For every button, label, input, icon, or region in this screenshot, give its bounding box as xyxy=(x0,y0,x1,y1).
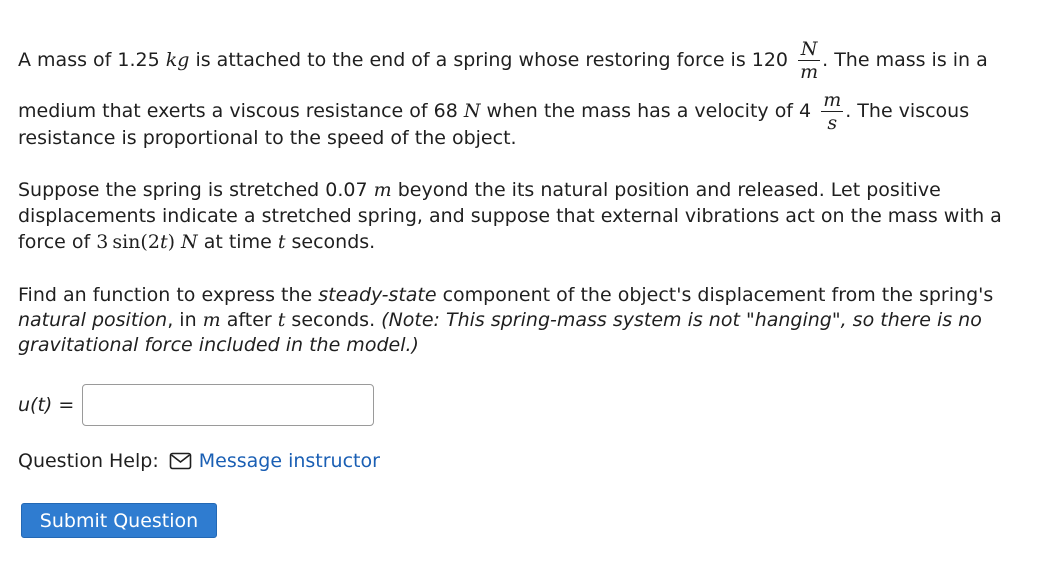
answer-input[interactable] xyxy=(82,384,375,426)
question-line-3: resistance is proportional to the speed … xyxy=(18,127,517,149)
question-text: . The viscous xyxy=(845,100,970,122)
question-text: , in xyxy=(167,309,203,331)
fraction-meters-per-second: m s xyxy=(821,89,844,134)
question-text: when the mass has a velocity of 4 xyxy=(480,100,812,122)
question-text: medium that exerts a viscous resistance … xyxy=(18,100,464,122)
fraction-denominator: m xyxy=(800,61,819,83)
answer-row: u(t) = xyxy=(18,383,375,427)
unit-newton: N xyxy=(463,100,481,122)
fraction-numerator: m xyxy=(823,89,842,111)
question-paragraph-2: Suppose the spring is stretched 0.07 m b… xyxy=(18,177,1033,255)
question-text: after xyxy=(220,309,278,331)
fraction-newtons-per-meter: N m xyxy=(798,38,821,83)
question-text: Suppose the spring is stretched 0.07 xyxy=(18,179,374,201)
unit-kg: kg xyxy=(165,49,190,71)
force-sin: sin xyxy=(112,231,141,253)
question-text: A mass of 1.25 xyxy=(18,49,166,71)
question-text: Find an function to express the xyxy=(18,284,319,306)
force-coefficient: 3 xyxy=(96,231,109,253)
force-argument: (2 xyxy=(140,231,160,253)
question-text: seconds. xyxy=(285,231,376,253)
force-argument-close: ) xyxy=(167,231,175,253)
force-variable-t: t xyxy=(159,231,168,253)
question-text: is attached to the end of a spring whose… xyxy=(189,49,789,71)
question-text: . The mass is in a xyxy=(822,49,988,71)
question-paragraph-3: Find an function to express the steady-s… xyxy=(18,283,1033,358)
emphasis-natural-position: natural position xyxy=(18,309,168,331)
emphasis-steady-state: steady-state xyxy=(318,284,437,306)
unit-meter: m xyxy=(373,179,392,201)
question-text: seconds. xyxy=(285,309,382,331)
submit-question-button[interactable]: Submit Question xyxy=(21,503,217,538)
fraction-numerator: N xyxy=(800,38,818,60)
question-text: component of the object's displacement f… xyxy=(436,284,994,306)
message-instructor-link[interactable]: Message instructor xyxy=(199,450,380,472)
question-line-1: A mass of 1.25 kg is attached to the end… xyxy=(18,38,988,83)
answer-label: u(t) = xyxy=(18,394,75,416)
unit-meter: m xyxy=(202,309,221,331)
question-help: Question Help: Message instructor xyxy=(18,450,380,472)
mail-icon[interactable] xyxy=(169,452,193,470)
unit-newton: N xyxy=(175,231,198,253)
question-text: at time xyxy=(197,231,278,253)
question-help-label: Question Help: xyxy=(18,450,159,472)
question-text: resistance is proportional to the speed … xyxy=(18,127,517,149)
fraction-denominator: s xyxy=(827,112,838,134)
